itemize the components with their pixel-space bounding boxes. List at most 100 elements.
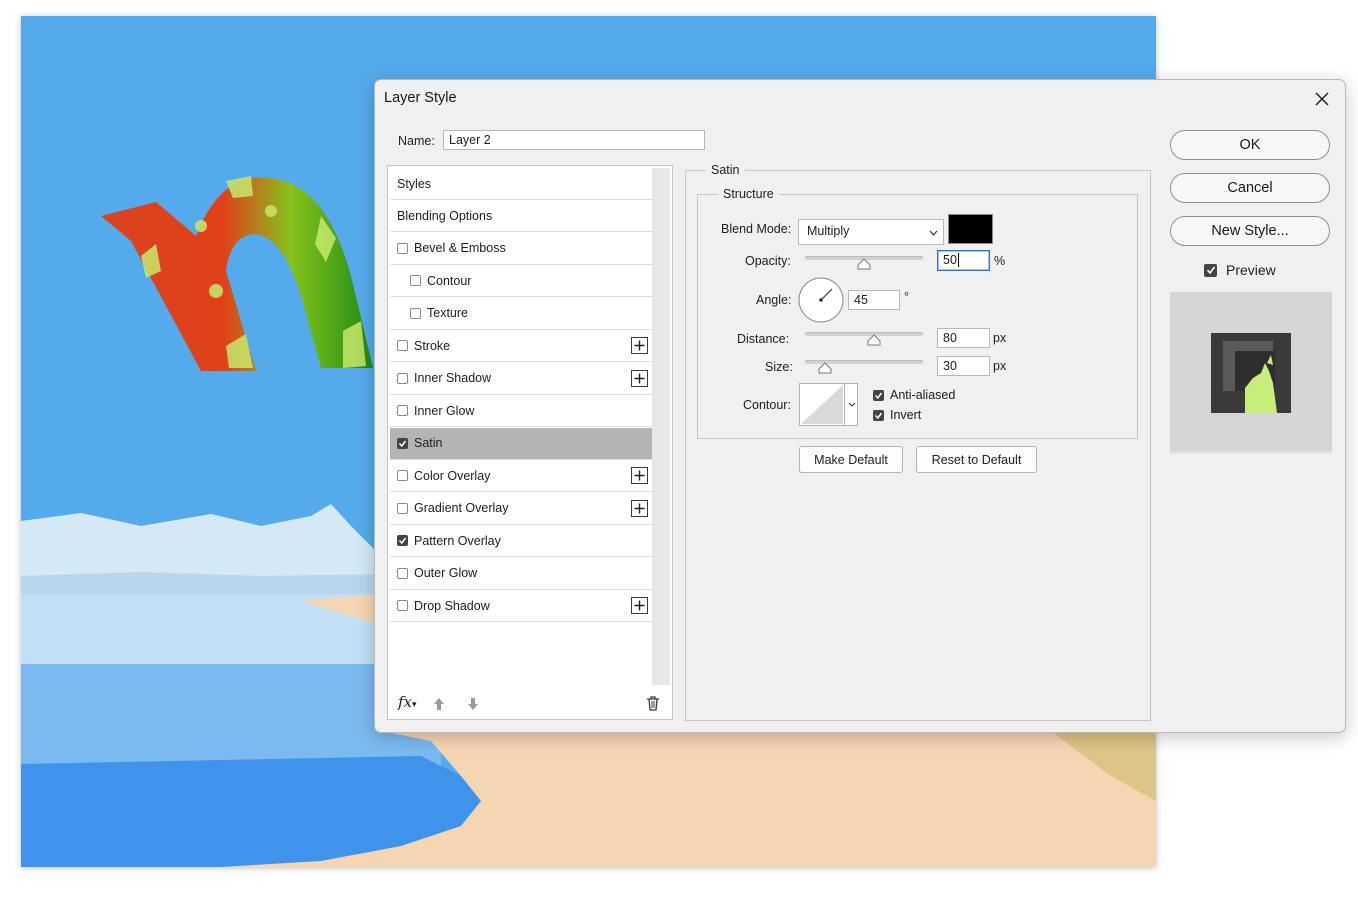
size-input[interactable]: 30: [937, 356, 990, 376]
distance-slider-thumb[interactable]: [867, 334, 881, 346]
style-checkbox[interactable]: [397, 535, 408, 546]
style-item-label: Drop Shadow: [414, 598, 490, 613]
size-unit: px: [993, 359, 1007, 373]
move-up-icon[interactable]: [433, 697, 445, 711]
blend-mode-select[interactable]: Multiply: [798, 219, 944, 245]
new-style-button[interactable]: New Style...: [1170, 216, 1330, 246]
style-item-contour[interactable]: Contour: [390, 265, 652, 297]
plus-icon: [634, 503, 645, 513]
style-item-label: Texture: [427, 306, 468, 320]
opacity-slider-thumb[interactable]: [857, 258, 871, 270]
style-item-color-overlay[interactable]: Color Overlay: [390, 460, 652, 492]
satin-color-swatch[interactable]: [948, 214, 993, 244]
styles-header-row[interactable]: Styles: [390, 168, 652, 200]
plus-icon: [634, 600, 645, 611]
chevron-down-icon: [848, 402, 855, 407]
angle-label: Angle:: [756, 293, 792, 307]
distance-unit: px: [993, 331, 1007, 345]
add-style-instance-button[interactable]: [631, 369, 648, 387]
style-item-texture[interactable]: Texture: [390, 298, 652, 330]
style-item-outer-glow[interactable]: Outer Glow: [390, 558, 652, 590]
blend-mode-label: Blend Mode:: [721, 222, 792, 236]
anti-aliased-checkbox[interactable]: Anti-aliased: [873, 388, 955, 402]
style-item-label: Bevel & Emboss: [414, 241, 506, 255]
blend-mode-value: Multiply: [807, 224, 850, 238]
angle-dial[interactable]: [798, 277, 844, 323]
style-item-drop-shadow[interactable]: Drop Shadow: [390, 590, 652, 622]
style-item-satin[interactable]: Satin: [390, 427, 652, 460]
style-item-inner-shadow[interactable]: Inner Shadow: [390, 363, 652, 395]
plus-icon: [634, 373, 645, 383]
invert-check-icon: [873, 409, 884, 421]
style-checkbox[interactable]: [397, 405, 408, 416]
style-item-bevel-emboss[interactable]: Bevel & Emboss: [390, 233, 652, 265]
move-down-icon[interactable]: [467, 697, 479, 711]
fx-label: fx: [398, 693, 413, 711]
styles-list-panel: Styles Blending Options Bevel & Emboss Con…: [387, 165, 673, 720]
style-item-stroke[interactable]: Stroke: [390, 330, 652, 362]
style-item-label: Gradient Overlay: [414, 501, 509, 515]
fx-button[interactable]: fx▾: [398, 693, 417, 711]
close-button[interactable]: [1309, 86, 1335, 112]
style-item-gradient-overlay[interactable]: Gradient Overlay: [390, 493, 652, 525]
style-checkbox[interactable]: [397, 437, 408, 449]
trash-icon[interactable]: [646, 696, 660, 711]
cancel-button[interactable]: Cancel: [1170, 173, 1330, 203]
angle-unit: °: [904, 290, 909, 304]
style-checkbox[interactable]: [397, 470, 408, 481]
style-checkbox[interactable]: [397, 600, 408, 611]
add-style-instance-button[interactable]: [631, 337, 648, 354]
style-checkbox[interactable]: [397, 372, 408, 384]
style-checkbox[interactable]: [410, 307, 421, 319]
style-item-label: Inner Glow: [414, 403, 475, 418]
add-style-instance-button[interactable]: [631, 597, 648, 614]
invert-checkbox[interactable]: Invert: [873, 408, 921, 422]
style-checkbox[interactable]: [397, 567, 408, 579]
preview-checkbox[interactable]: Preview: [1204, 262, 1276, 278]
make-default-button[interactable]: Make Default: [799, 446, 903, 473]
style-item-pattern-overlay[interactable]: Pattern Overlay: [390, 525, 652, 557]
contour-picker[interactable]: [799, 383, 858, 426]
style-item-label: Color Overlay: [414, 468, 491, 483]
plus-icon: [634, 340, 645, 351]
name-label: Name:: [398, 134, 435, 148]
preview-label: Preview: [1226, 262, 1276, 278]
reset-to-default-button[interactable]: Reset to Default: [916, 446, 1037, 473]
style-checkbox[interactable]: [397, 502, 408, 514]
distance-input[interactable]: 80: [937, 328, 990, 348]
style-item-label: Stroke: [414, 338, 451, 353]
satin-group-title: Satin: [706, 163, 745, 177]
styles-scrollbar[interactable]: [652, 168, 670, 685]
opacity-label: Opacity:: [745, 254, 791, 268]
add-style-instance-button[interactable]: [631, 499, 648, 517]
add-style-instance-button[interactable]: [631, 467, 648, 484]
opacity-value: 50: [943, 253, 957, 267]
ok-button[interactable]: OK: [1170, 130, 1330, 160]
style-item-inner-glow[interactable]: Inner Glow: [390, 395, 652, 427]
angle-input[interactable]: 45: [848, 290, 900, 310]
dialog-title: Layer Style: [384, 90, 457, 106]
styles-header-label: Styles: [397, 176, 432, 191]
style-item-label: Outer Glow: [414, 566, 478, 580]
style-item-label: Inner Shadow: [414, 371, 492, 385]
size-label: Size:: [765, 360, 793, 374]
distance-slider-track[interactable]: [805, 332, 923, 336]
style-item-label: Blending Options: [397, 208, 493, 223]
layer-name-input[interactable]: Layer 2: [443, 130, 705, 150]
size-slider-thumb[interactable]: [818, 362, 832, 374]
style-checkbox[interactable]: [397, 340, 408, 351]
chevron-down-icon: [929, 230, 938, 236]
style-preview-thumbnail: [1211, 333, 1291, 413]
style-item-label: Contour: [427, 273, 472, 288]
contour-dropdown-button[interactable]: [844, 384, 858, 425]
style-checkbox[interactable]: [410, 275, 421, 286]
anti-aliased-label: Anti-aliased: [890, 388, 956, 402]
contour-preview-icon: [801, 385, 843, 424]
style-item-blending-options[interactable]: Blending Options: [390, 200, 652, 232]
style-checkbox[interactable]: [397, 242, 408, 254]
anti-aliased-check-icon: [873, 389, 884, 401]
style-item-label: Pattern Overlay: [414, 533, 501, 548]
preview-check-icon: [1204, 263, 1217, 277]
invert-label: Invert: [890, 408, 922, 422]
opacity-input[interactable]: 50: [937, 250, 990, 271]
